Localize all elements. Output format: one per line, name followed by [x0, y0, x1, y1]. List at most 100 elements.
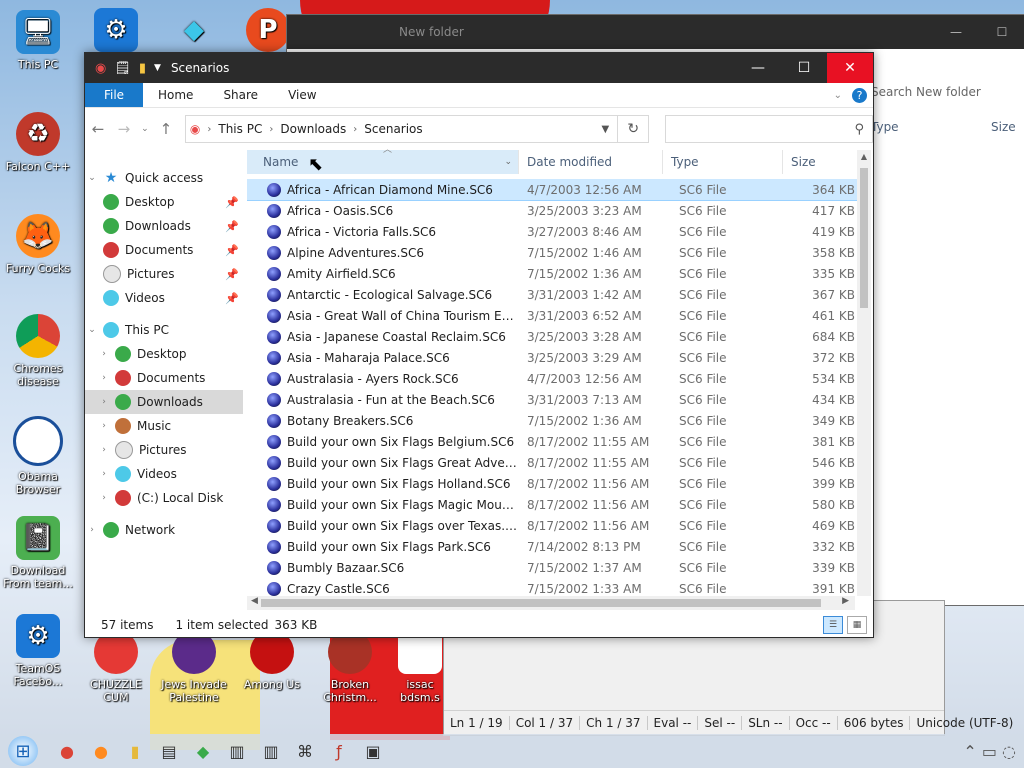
desktop-icon-issac[interactable]: issac bdsm.s — [390, 630, 450, 704]
table-row[interactable]: Asia - Maharaja Palace.SC6 3/25/2003 3:29… — [247, 347, 857, 368]
collapse-chevron-icon[interactable]: ⌄ — [85, 325, 99, 335]
column-header-type[interactable]: Type — [663, 150, 783, 174]
navigation-pane[interactable]: ⌄ ★ Quick access Desktop 📌 Downloads 📌 D… — [85, 150, 243, 602]
table-row[interactable]: Build your own Six Flags Belgium.SC6 8/17… — [247, 431, 857, 452]
column-dropdown-icon[interactable]: ⌄ — [504, 157, 512, 167]
scroll-up-icon[interactable]: ▲ — [857, 152, 871, 161]
desktop-icon-chrome[interactable]: Chromes disease — [0, 314, 76, 388]
expand-chevron-icon[interactable]: › — [85, 397, 111, 407]
expand-chevron-icon[interactable]: › — [85, 445, 111, 455]
expand-chevron-icon[interactable]: › — [85, 469, 111, 479]
table-row[interactable]: Asia - Great Wall of China Tourism Enhan… — [247, 305, 857, 326]
nav-network[interactable]: › Network — [85, 518, 243, 542]
flash-taskbar-icon[interactable]: ƒ — [322, 737, 356, 765]
desktop-icon-diamond[interactable]: ◆ — [156, 8, 232, 56]
maximize-icon[interactable]: ☐ — [979, 25, 1024, 39]
horizontal-scrollbar[interactable]: ◀ ▶ — [247, 596, 855, 610]
desktop-icon-download[interactable]: 📓 Download From team... — [0, 516, 76, 590]
table-row[interactable]: Australasia - Ayers Rock.SC6 4/7/2003 12:… — [247, 368, 857, 389]
table-row[interactable]: Botany Breakers.SC6 7/15/2002 1:36 AM SC6 … — [247, 410, 857, 431]
details-view-icon[interactable]: ☰ — [823, 616, 843, 634]
expand-chevron-icon[interactable]: › — [85, 493, 111, 503]
pin-icon[interactable]: 📌 — [225, 196, 239, 209]
maximize-button[interactable]: ☐ — [781, 53, 827, 83]
table-row[interactable]: Amity Airfield.SC6 7/15/2002 1:36 AM SC6 F… — [247, 263, 857, 284]
forward-arrow-icon[interactable]: → — [111, 120, 137, 138]
start-button[interactable]: ⊞ — [8, 736, 38, 766]
large-icons-view-icon[interactable]: ▦ — [847, 616, 867, 634]
nav-pc-pictures[interactable]: › Pictures — [85, 438, 243, 462]
table-row[interactable]: Africa - African Diamond Mine.SC6 4/7/200… — [247, 179, 857, 201]
file-list[interactable]: ︿ Name ⌄ Date modified Type Size Africa … — [247, 145, 857, 602]
expand-chevron-icon[interactable]: › — [85, 349, 111, 359]
table-row[interactable]: Australasia - Fun at the Beach.SC6 3/31/2… — [247, 389, 857, 410]
up-arrow-icon[interactable]: ↑ — [153, 120, 179, 138]
nav-pc-local-disk[interactable]: › (C:) Local Disk — [85, 486, 243, 510]
app-taskbar-icon[interactable]: ◆ — [186, 737, 220, 765]
app-taskbar-icon[interactable]: ▤ — [152, 737, 186, 765]
file-explorer-taskbar-icon[interactable]: ▮ — [118, 737, 152, 765]
breadcrumb-separator-icon[interactable]: › — [269, 124, 273, 135]
table-row[interactable]: Africa - Oasis.SC6 3/25/2003 3:23 AM SC6 F… — [247, 200, 857, 221]
system-tray[interactable]: ⌃ ▭ ◌ — [963, 742, 1016, 761]
nav-pc-desktop[interactable]: › Desktop — [85, 342, 243, 366]
expand-chevron-icon[interactable]: › — [85, 525, 99, 535]
nav-pc-downloads[interactable]: › Downloads — [85, 390, 243, 414]
column-header-size[interactable]: Size — [783, 150, 857, 174]
nav-quick-pictures[interactable]: Pictures 📌 — [85, 262, 243, 286]
nav-this-pc[interactable]: ⌄ This PC — [85, 318, 243, 342]
tab-home[interactable]: Home — [143, 88, 208, 102]
close-button[interactable]: ✕ — [827, 53, 873, 83]
scrollbar-thumb[interactable] — [860, 168, 868, 308]
desktop-icon-among-us[interactable]: Among Us — [234, 630, 310, 691]
nav-quick-videos[interactable]: Videos 📌 — [85, 286, 243, 310]
breadcrumb-scenarios[interactable]: Scenarios — [364, 122, 422, 136]
customize-qat-icon[interactable]: ▼ — [154, 63, 161, 73]
desktop-icon-this-pc[interactable]: 🖥 This PC — [0, 10, 76, 71]
desktop-icon-settings[interactable]: ⚙ — [78, 8, 154, 56]
table-row[interactable]: Build your own Six Flags Park.SC6 7/14/20… — [247, 536, 857, 557]
desktop-icon-teamos[interactable]: ⚙ TeamOS Facebo... — [0, 614, 76, 688]
pin-icon[interactable]: 📌 — [225, 220, 239, 233]
table-row[interactable]: Build your own Six Flags Magic Mountai..… — [247, 494, 857, 515]
collapse-chevron-icon[interactable]: ⌄ — [85, 173, 99, 183]
table-row[interactable]: Antarctic - Ecological Salvage.SC6 3/31/2… — [247, 284, 857, 305]
nav-pc-videos[interactable]: › Videos — [85, 462, 243, 486]
tab-view[interactable]: View — [273, 88, 331, 102]
nav-pc-music[interactable]: › Music — [85, 414, 243, 438]
expand-chevron-icon[interactable]: › — [85, 421, 111, 431]
address-dropdown-icon[interactable]: ▼ — [593, 124, 617, 135]
address-bar[interactable]: ◉ › This PC › Downloads › Scenarios ▼ — [184, 115, 619, 143]
breadcrumb-this-pc[interactable]: This PC — [218, 122, 262, 136]
minimize-button[interactable]: — — [735, 53, 781, 83]
background-titlebar[interactable]: New folder — ☐ — [287, 15, 1024, 49]
expand-chevron-icon[interactable]: › — [85, 373, 111, 383]
table-row[interactable]: Bumbly Bazaar.SC6 7/15/2002 1:37 AM SC6 Fi… — [247, 557, 857, 578]
column-header-name[interactable]: ︿ Name ⌄ — [247, 145, 519, 174]
pin-icon[interactable]: 📌 — [225, 292, 239, 305]
expand-ribbon-icon[interactable]: ⌄ — [834, 90, 842, 101]
nav-quick-downloads[interactable]: Downloads 📌 — [85, 214, 243, 238]
vertical-scrollbar[interactable]: ▲ — [857, 150, 871, 596]
recent-locations-icon[interactable]: ⌄ — [137, 124, 153, 134]
desktop-icon-broken-christmas[interactable]: Broken Christm... — [312, 630, 388, 704]
chrome-taskbar-icon[interactable]: ● — [50, 737, 84, 765]
pin-icon[interactable]: 📌 — [225, 268, 239, 281]
back-arrow-icon[interactable]: ← — [85, 120, 111, 138]
new-folder-icon[interactable]: ▮ — [139, 61, 146, 76]
desktop-icon-obama[interactable]: Obama Browser — [0, 416, 76, 496]
breadcrumb-downloads[interactable]: Downloads — [280, 122, 346, 136]
table-row[interactable]: Build your own Six Flags Holland.SC6 8/17… — [247, 473, 857, 494]
scroll-left-icon[interactable]: ◀ — [251, 596, 258, 606]
table-row[interactable]: Build your own Six Flags over Texas.SC6 8… — [247, 515, 857, 536]
help-icon[interactable]: ? — [852, 87, 867, 103]
properties-icon[interactable]: 🗒 — [114, 61, 131, 76]
explorer-titlebar[interactable]: ◉ 🗒 ▮ ▼ Scenarios — ☐ ✕ — [85, 53, 873, 83]
network-taskbar-icon[interactable]: ⌘ — [288, 737, 322, 765]
breadcrumb-separator-icon[interactable]: › — [353, 124, 357, 135]
desktop-icon-falcon[interactable]: ♻ Falcon C++ — [0, 112, 76, 173]
minimize-icon[interactable]: — — [933, 25, 979, 39]
scroll-right-icon[interactable]: ▶ — [842, 596, 849, 606]
7zip-taskbar-icon[interactable]: ▣ — [356, 737, 390, 765]
table-row[interactable]: Asia - Japanese Coastal Reclaim.SC6 3/25/… — [247, 326, 857, 347]
